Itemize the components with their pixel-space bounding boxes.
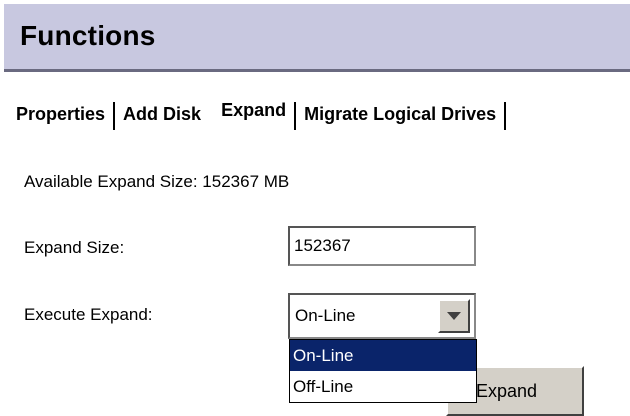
expand-size-input[interactable] bbox=[288, 226, 476, 266]
tab-migrate-logical-drives[interactable]: Migrate Logical Drives bbox=[304, 102, 496, 128]
tab-properties[interactable]: Properties bbox=[16, 102, 105, 128]
available-expand-size: Available Expand Size: 152367 MB bbox=[24, 172, 290, 191]
execute-expand-select[interactable]: On-Line bbox=[288, 293, 476, 339]
tab-divider bbox=[113, 102, 116, 130]
tab-divider bbox=[504, 102, 507, 130]
tab-bar: Properties Add Disk Expand Migrate Logic… bbox=[16, 96, 514, 130]
option-on-line[interactable]: On-Line bbox=[290, 340, 476, 371]
expand-size-label: Expand Size: bbox=[24, 238, 125, 257]
tab-divider bbox=[294, 102, 297, 130]
functions-header: Functions bbox=[4, 4, 630, 72]
execute-expand-label: Execute Expand: bbox=[24, 305, 153, 324]
dropdown-button[interactable] bbox=[438, 299, 470, 333]
page-title: Functions bbox=[20, 20, 156, 51]
execute-expand-selected-value: On-Line bbox=[295, 306, 356, 325]
execute-expand-options: On-Line Off-Line bbox=[289, 339, 477, 403]
tab-add-disk[interactable]: Add Disk bbox=[123, 102, 201, 128]
option-off-line[interactable]: Off-Line bbox=[290, 371, 476, 402]
tab-expand[interactable]: Expand bbox=[221, 98, 286, 124]
chevron-down-icon bbox=[447, 312, 461, 320]
